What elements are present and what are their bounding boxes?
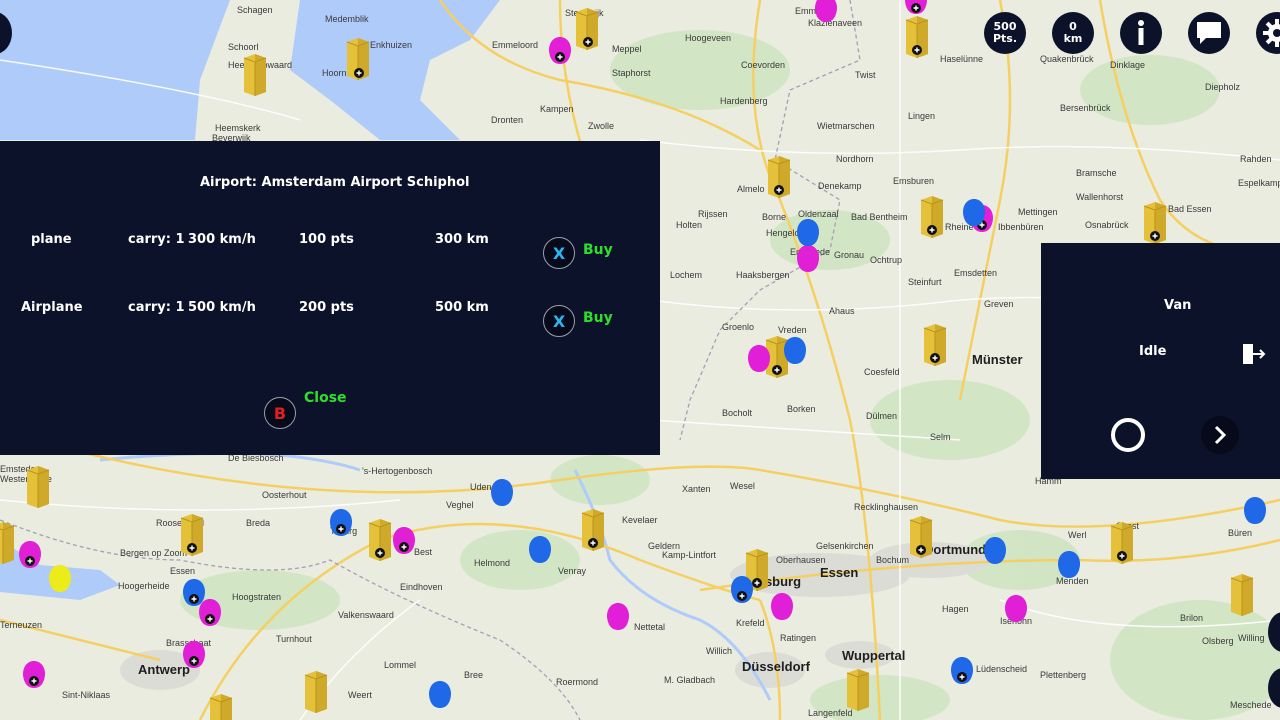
pin-marker: [748, 345, 770, 372]
package-marker: [209, 693, 233, 720]
vehicle-panel: Van Idle: [1041, 243, 1280, 479]
pin-marker: [529, 536, 551, 563]
pin-marker: [963, 199, 985, 226]
offer-name: Airplane: [21, 300, 83, 315]
chat-icon: [1197, 22, 1221, 44]
exit-icon: [1243, 344, 1266, 364]
pin-marker: [797, 245, 819, 272]
pin-marker: [984, 537, 1006, 564]
pin-marker: [183, 579, 205, 606]
pin-marker: [1058, 551, 1080, 578]
package-marker: [346, 37, 370, 81]
package-marker: [1143, 201, 1167, 245]
package-marker: [26, 465, 50, 509]
pin-marker: [731, 576, 753, 603]
distance-display: 0 km: [1052, 12, 1094, 54]
close-button[interactable]: Close: [304, 390, 347, 406]
offer-name: plane: [31, 232, 72, 247]
offer-range: 300 km: [435, 232, 489, 247]
pin-marker: [491, 479, 513, 506]
airport-dialog: Airport: Amsterdam Airport Schiphol plan…: [0, 141, 660, 455]
vehicle-name: Van: [1164, 298, 1192, 313]
offer-range: 500 km: [435, 300, 489, 315]
x-button-glyph: X: [552, 243, 566, 263]
package-marker: [909, 515, 933, 559]
package-marker: [1230, 573, 1254, 617]
circle-button[interactable]: [1109, 416, 1147, 454]
airport-title: Airport: Amsterdam Airport Schiphol: [200, 175, 470, 190]
package-marker: [180, 513, 204, 557]
buy-button[interactable]: Buy: [583, 242, 613, 258]
pin-marker: [607, 603, 629, 630]
pin-marker: [23, 661, 45, 688]
package-marker: [0, 521, 15, 565]
pin-marker: [784, 337, 806, 364]
chevron-right-icon: [1214, 425, 1227, 445]
exit-button[interactable]: [1237, 338, 1269, 370]
offer-points: 200 pts: [299, 300, 354, 315]
buy-button[interactable]: Buy: [583, 310, 613, 326]
package-marker: [920, 195, 944, 239]
b-button[interactable]: B: [264, 397, 296, 429]
pin-marker: [19, 541, 41, 568]
package-marker: [304, 670, 328, 714]
package-marker: [905, 15, 929, 59]
pin-marker: [771, 593, 793, 620]
package-marker: [368, 518, 392, 562]
chat-button[interactable]: [1188, 12, 1230, 54]
pin-marker: [951, 657, 973, 684]
gear-icon: [1263, 19, 1280, 47]
pin-marker: [1244, 497, 1266, 524]
pin-marker: [393, 527, 415, 554]
package-marker: [1110, 521, 1134, 565]
b-button-glyph: B: [273, 403, 287, 423]
info-button[interactable]: [1120, 12, 1162, 54]
package-marker: [767, 155, 791, 199]
pin-marker: [797, 219, 819, 246]
offer-carry: carry: 1: [128, 232, 185, 247]
package-marker: [846, 668, 870, 712]
pin-marker: [905, 0, 927, 14]
pin-marker: [199, 599, 221, 626]
x-button-glyph: X: [552, 311, 566, 331]
pin-marker: [429, 681, 451, 708]
pin-marker: [1005, 595, 1027, 622]
offer-speed: 500 km/h: [188, 300, 256, 315]
points-display: 500 Pts.: [984, 12, 1026, 54]
info-icon: [1121, 13, 1161, 53]
pin-marker: [330, 509, 352, 536]
next-button[interactable]: [1201, 416, 1239, 454]
package-marker: [923, 323, 947, 367]
package-marker: [575, 7, 599, 51]
pin-marker: [49, 565, 71, 592]
pin-marker: [183, 641, 205, 668]
vehicle-status: Idle: [1139, 344, 1167, 359]
x-button[interactable]: X: [543, 237, 575, 269]
pin-marker: [815, 0, 837, 22]
points-unit: Pts.: [992, 32, 1018, 45]
offer-points: 100 pts: [299, 232, 354, 247]
package-marker: [581, 508, 605, 552]
x-button[interactable]: X: [543, 305, 575, 337]
offer-carry: carry: 1: [128, 300, 185, 315]
pin-marker: [549, 37, 571, 64]
offer-speed: 300 km/h: [188, 232, 256, 247]
distance-unit: km: [1063, 32, 1083, 45]
package-marker: [243, 53, 267, 97]
circle-icon: [1111, 418, 1145, 452]
